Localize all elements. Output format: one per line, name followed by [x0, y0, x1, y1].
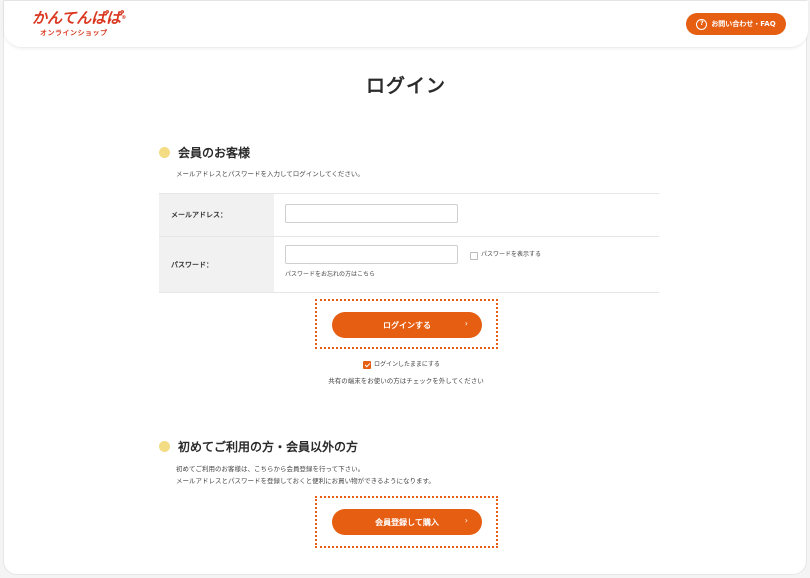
chevron-right-icon: ›: [464, 319, 468, 328]
chevron-right-icon: ›: [464, 516, 468, 525]
login-form-table: メールアドレス： パスワード： パスワードを表示する パスワードをお忘れの方はこ…: [159, 193, 659, 293]
show-password-checkbox[interactable]: [470, 252, 478, 260]
remember-login-checkbox[interactable]: [363, 361, 371, 369]
email-field[interactable]: [285, 204, 458, 223]
login-button[interactable]: ログインする ›: [332, 312, 482, 338]
site-logo[interactable]: かんてんぱぱ® オンラインショップ: [32, 11, 126, 38]
register-button[interactable]: 会員登録して購入 ›: [332, 509, 482, 535]
member-heading-text: 会員のお客様: [178, 146, 251, 160]
member-description: メールアドレスとパスワードを入力してログインしてください。: [176, 170, 364, 178]
page-frame: かんてんぱぱ® オンラインショップ ? お問い合わせ・FAQ ログイン 会員のお…: [3, 0, 808, 575]
logo-subtitle: オンラインショップ: [40, 29, 108, 37]
page-title: ログイン: [365, 75, 446, 97]
guest-description-2: メールアドレスとパスワードを登録しておくと便利にお買い物ができるようになります。: [176, 477, 435, 485]
guest-description-1: 初めてご利用のお客様は、こちらから会員登録を行って下さい。: [176, 465, 365, 473]
password-row: パスワード： パスワードを表示する パスワードをお忘れの方はこちら: [159, 237, 659, 292]
show-password-label: パスワードを表示する: [481, 251, 542, 258]
contact-faq-button[interactable]: ? お問い合わせ・FAQ: [686, 13, 786, 35]
password-field[interactable]: [285, 245, 458, 264]
question-icon: ?: [696, 18, 708, 30]
email-row: メールアドレス：: [159, 194, 659, 236]
guest-section-heading: 初めてご利用の方・会員以外の方: [159, 438, 358, 455]
password-label: パスワード：: [159, 237, 274, 292]
register-button-label: 会員登録して購入: [375, 517, 439, 527]
guest-heading-text: 初めてご利用の方・会員以外の方: [178, 440, 359, 454]
email-label: メールアドレス：: [159, 194, 274, 236]
forgot-password-link[interactable]: パスワードをお忘れの方はこちら: [285, 270, 375, 280]
remember-note: 共有の端末をお使いの方はチェックを外してください: [328, 377, 484, 385]
bullet-dot-icon: [159, 147, 170, 158]
site-header: かんてんぱぱ® オンラインショップ ? お問い合わせ・FAQ: [4, 1, 808, 48]
bullet-dot-icon: [159, 441, 170, 452]
login-button-label: ログインする: [383, 320, 431, 330]
contact-faq-label: お問い合わせ・FAQ: [711, 20, 776, 28]
member-section-heading: 会員のお客様: [159, 144, 250, 161]
logo-main: かんてんぱぱ®: [32, 9, 127, 27]
remember-login-label: ログインしたままにする: [374, 361, 440, 368]
